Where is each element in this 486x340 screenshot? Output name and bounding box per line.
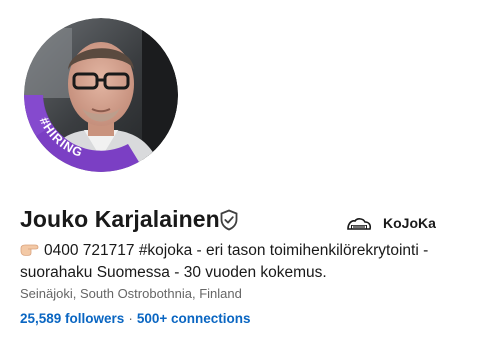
profile-location: Seinäjoki, South Ostrobothnia, Finland [20,286,242,301]
pointing-hand-emoji-icon [20,244,39,256]
profile-card: #HIRING Jouko Karjalainen KoJoKa 0400 72… [0,0,486,340]
headline-text: 0400 721717 #kojoka - eri tason toimihen… [20,242,429,281]
followers-link[interactable]: 25,589 followers [20,311,124,326]
company-name[interactable]: KoJoKa [383,215,436,231]
profile-avatar[interactable]: #HIRING [24,18,178,172]
connections-link[interactable]: 500+ connections [137,311,251,326]
verified-shield-icon[interactable] [219,209,239,231]
profile-name: Jouko Karjalainen [20,206,220,232]
profile-stats: 25,589 followers · 500+ connections [20,311,250,326]
profile-headline: 0400 721717 #kojoka - eri tason toimihen… [20,240,460,284]
kojoka-logo[interactable] [346,216,372,232]
avatar-photo: #HIRING [24,18,178,172]
stats-separator: · [128,311,133,326]
